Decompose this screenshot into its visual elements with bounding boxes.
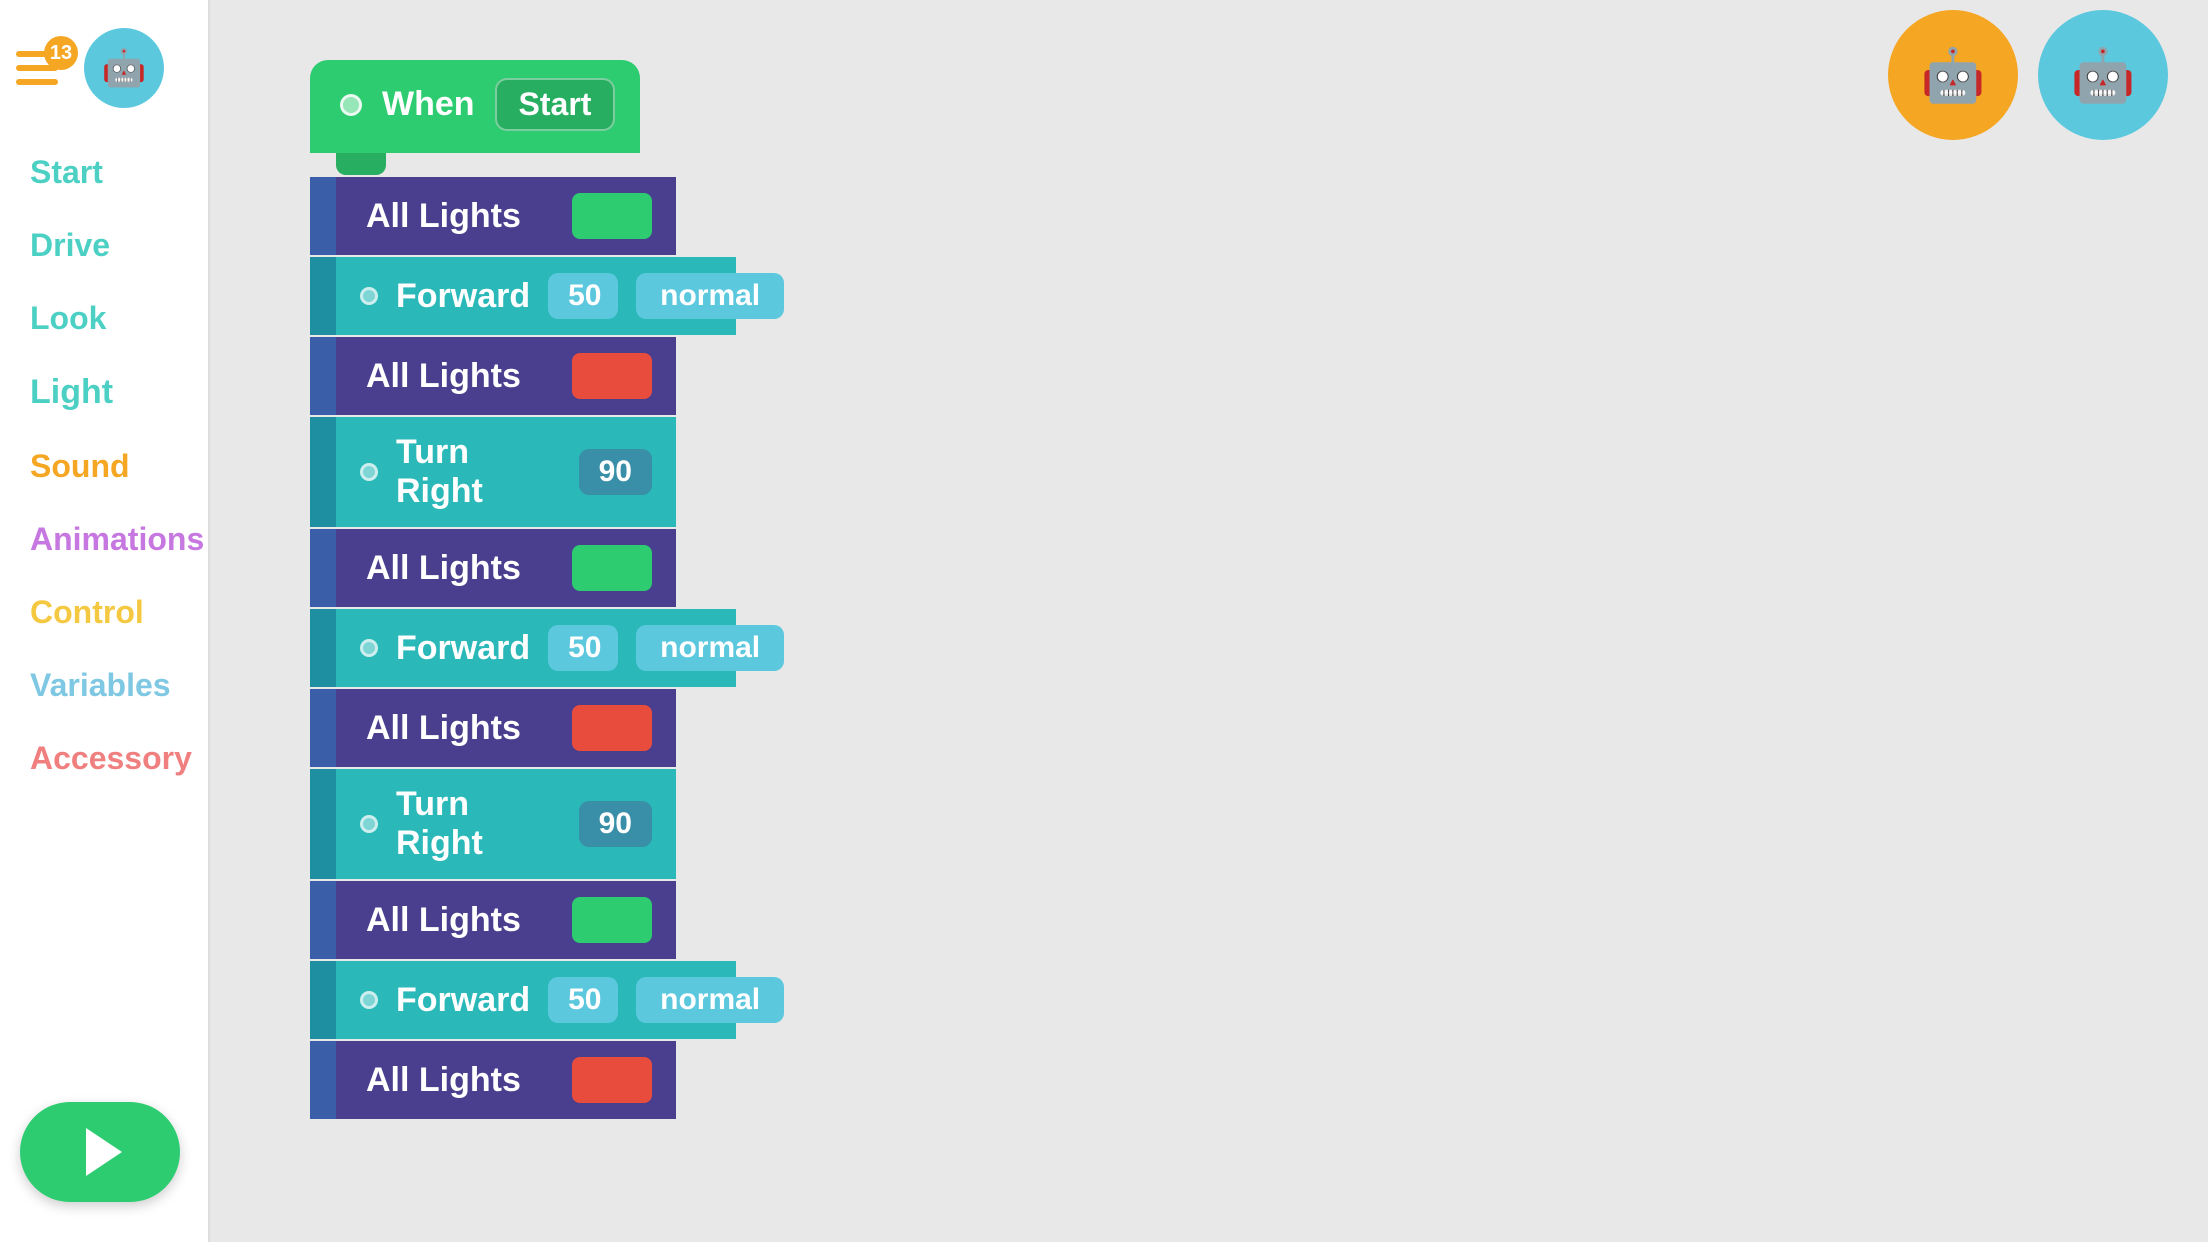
- block-all-lights-1[interactable]: All Lights: [336, 177, 676, 255]
- sidebar-nav: Start Drive Look Light Sound Animations …: [0, 126, 208, 1242]
- when-label: When: [382, 85, 475, 124]
- sidebar-item-light[interactable]: Light: [0, 355, 208, 430]
- notification-badge: 13: [44, 36, 78, 70]
- connector-dot-forward2: [360, 639, 378, 657]
- forward-value-2[interactable]: 50: [548, 625, 618, 671]
- connector-dot-forward1: [360, 287, 378, 305]
- connector-dot-forward3: [360, 991, 378, 1009]
- main-canvas: 🤖 🤖 When Start All Lights: [210, 0, 2208, 1242]
- top-avatars: 🤖 🤖: [1888, 10, 2168, 140]
- turn-right-label-2: Turn Right: [396, 785, 561, 863]
- all-lights-label-6: All Lights: [366, 1061, 554, 1100]
- connector-dot-turn1: [360, 463, 378, 481]
- sidebar-top: 13 🤖: [0, 10, 208, 126]
- sidebar-item-animations[interactable]: Animations: [0, 503, 208, 576]
- turn-right-label-1: Turn Right: [396, 433, 561, 511]
- turn-right-value-1[interactable]: 90: [579, 449, 652, 495]
- block-turn-right-1[interactable]: Turn Right 90: [336, 417, 676, 527]
- forward-value-1[interactable]: 50: [548, 273, 618, 319]
- forward-label-1: Forward: [396, 277, 530, 316]
- block-all-lights-4[interactable]: All Lights: [336, 689, 676, 767]
- avatar-robot1[interactable]: 🤖: [1888, 10, 2018, 140]
- sidebar-item-control[interactable]: Control: [0, 576, 208, 649]
- user-avatar[interactable]: 🤖: [84, 28, 164, 108]
- forward-mode-3[interactable]: normal: [636, 977, 784, 1023]
- sidebar-item-sound[interactable]: Sound: [0, 430, 208, 503]
- block-all-lights-2[interactable]: All Lights: [336, 337, 676, 415]
- block-all-lights-3[interactable]: All Lights: [336, 529, 676, 607]
- all-lights-label-4: All Lights: [366, 709, 554, 748]
- blocks-workspace: When Start All Lights Forward 50 normal: [310, 60, 736, 1119]
- block-all-lights-5[interactable]: All Lights: [336, 881, 676, 959]
- all-lights-label-5: All Lights: [366, 901, 554, 940]
- forward-label-3: Forward: [396, 981, 530, 1020]
- sidebar-item-variables[interactable]: Variables: [0, 649, 208, 722]
- color-swatch-green-3[interactable]: [572, 897, 652, 943]
- avatar-robot2[interactable]: 🤖: [2038, 10, 2168, 140]
- block-forward-1[interactable]: Forward 50 normal: [336, 257, 736, 335]
- color-swatch-red-2[interactable]: [572, 705, 652, 751]
- block-forward-2[interactable]: Forward 50 normal: [336, 609, 736, 687]
- turn-right-value-2[interactable]: 90: [579, 801, 652, 847]
- color-swatch-red-3[interactable]: [572, 1057, 652, 1103]
- all-lights-label-1: All Lights: [366, 197, 554, 236]
- start-pill[interactable]: Start: [495, 78, 616, 131]
- forward-value-3[interactable]: 50: [548, 977, 618, 1023]
- block-all-lights-6[interactable]: All Lights: [336, 1041, 676, 1119]
- color-swatch-red-1[interactable]: [572, 353, 652, 399]
- connector-dot: [340, 94, 362, 116]
- play-button[interactable]: [20, 1102, 180, 1202]
- all-lights-label-2: All Lights: [366, 357, 554, 396]
- all-lights-label-3: All Lights: [366, 549, 554, 588]
- block-when-start[interactable]: When Start: [310, 60, 640, 153]
- connector-dot-turn2: [360, 815, 378, 833]
- sidebar-item-look[interactable]: Look: [0, 282, 208, 355]
- color-swatch-green-2[interactable]: [572, 545, 652, 591]
- sidebar-item-accessory[interactable]: Accessory: [0, 722, 208, 795]
- color-swatch-green-1[interactable]: [572, 193, 652, 239]
- menu-button[interactable]: 13: [16, 42, 74, 94]
- play-icon: [86, 1128, 122, 1176]
- forward-mode-1[interactable]: normal: [636, 273, 784, 319]
- forward-label-2: Forward: [396, 629, 530, 668]
- block-turn-right-2[interactable]: Turn Right 90: [336, 769, 676, 879]
- sidebar: 13 🤖 Start Drive Look Light Sound Animat…: [0, 0, 210, 1242]
- sidebar-item-start[interactable]: Start: [0, 136, 208, 209]
- forward-mode-2[interactable]: normal: [636, 625, 784, 671]
- sidebar-item-drive[interactable]: Drive: [0, 209, 208, 282]
- block-forward-3[interactable]: Forward 50 normal: [336, 961, 736, 1039]
